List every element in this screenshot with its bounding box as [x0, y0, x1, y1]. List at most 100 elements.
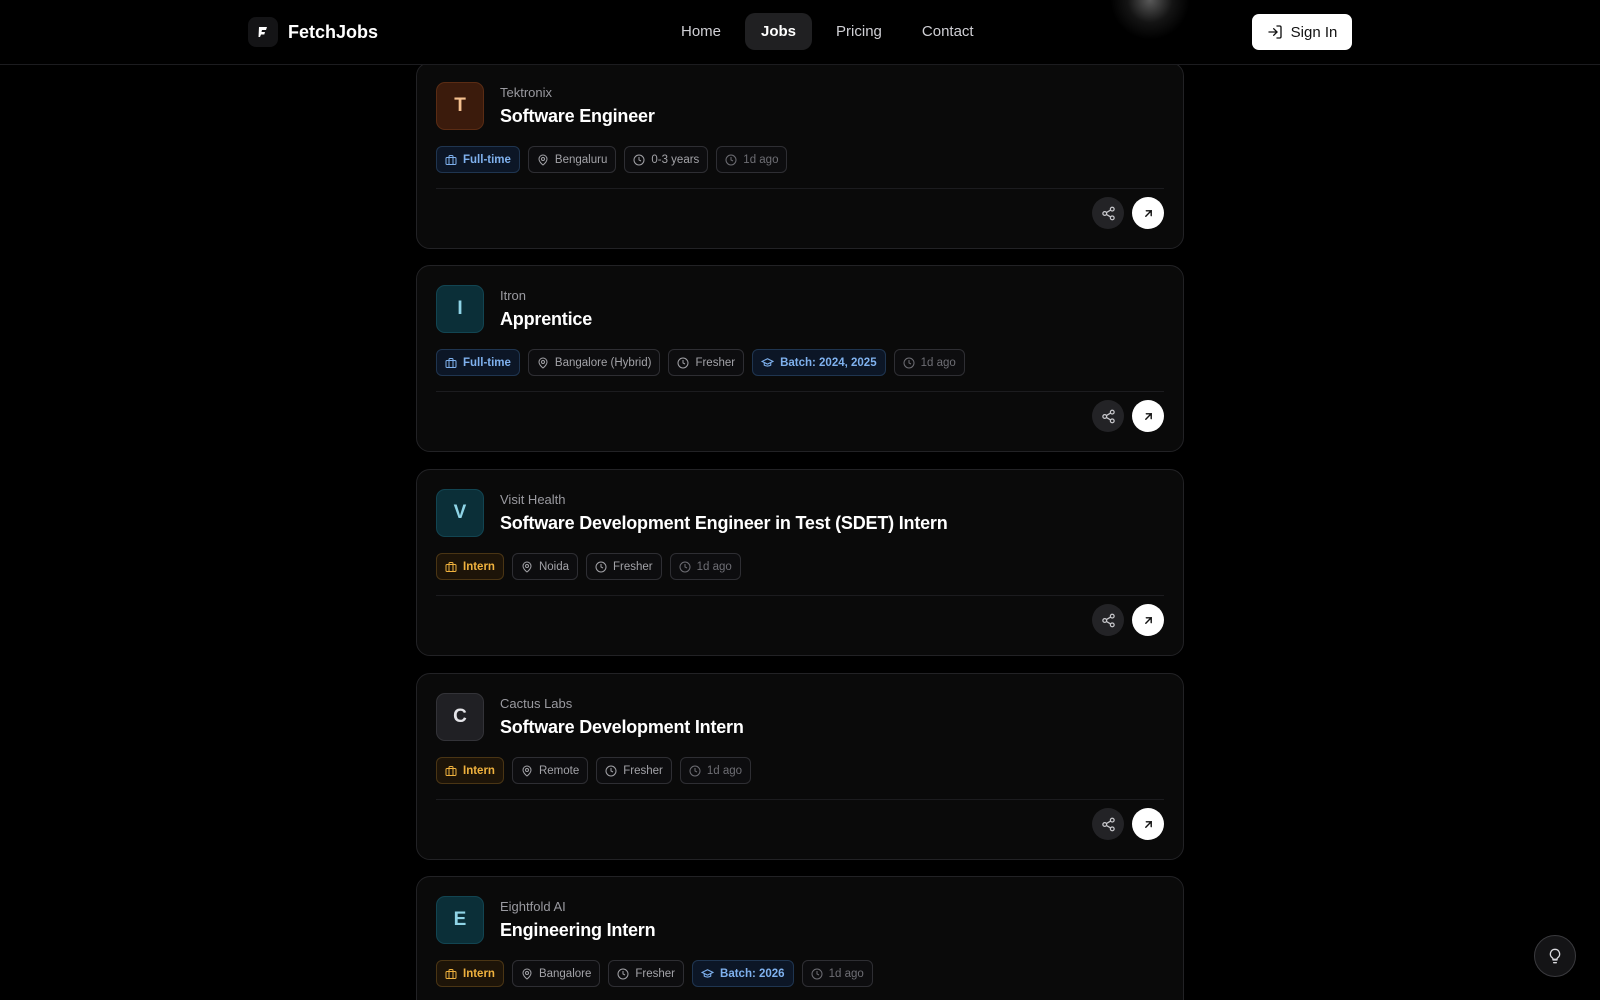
share-icon: [1101, 613, 1115, 627]
posted-label: 1d ago: [920, 356, 956, 369]
tips-button[interactable]: [1534, 935, 1576, 977]
sign-in-label: Sign In: [1290, 23, 1338, 41]
company-name: Eightfold AI: [500, 899, 566, 914]
batch-badge: Batch: 2024, 2025: [752, 349, 886, 376]
open-job-button[interactable]: [1132, 604, 1164, 636]
map-pin-icon: [522, 968, 532, 980]
share-button[interactable]: [1092, 400, 1124, 432]
job-type-label: Full-time: [463, 356, 511, 369]
job-card[interactable]: T Tektronix Software Engineer Full-time …: [416, 62, 1184, 249]
lightbulb-icon: [1549, 948, 1561, 964]
job-title[interactable]: Software Development Engineer in Test (S…: [500, 513, 948, 534]
briefcase-icon: [445, 765, 457, 776]
map-pin-icon: [538, 154, 548, 166]
location-badge: Bangalore: [511, 960, 601, 987]
open-job-button[interactable]: [1132, 808, 1164, 840]
batch-badge: Batch: 2026: [692, 960, 794, 987]
batch-label: Batch: 2026: [720, 967, 785, 980]
clock-icon: [605, 765, 617, 776]
location-label: Bangalore (Hybrid): [554, 356, 652, 369]
location-badge: Bangalore (Hybrid): [527, 349, 661, 376]
share-icon: [1101, 206, 1115, 220]
open-job-button[interactable]: [1132, 400, 1164, 432]
card-actions: [436, 800, 1164, 859]
job-card[interactable]: C Cactus Labs Software Development Inter…: [416, 673, 1184, 860]
sign-in-icon: [1267, 25, 1282, 39]
posted-label: 1d ago: [696, 560, 732, 573]
job-title[interactable]: Apprentice: [500, 309, 592, 330]
clock-icon: [633, 154, 645, 165]
clock-icon: [617, 968, 629, 979]
fetchjobs-logo-icon: [248, 17, 278, 47]
briefcase-icon: [445, 968, 457, 979]
briefcase-icon: [445, 561, 457, 572]
clock-icon: [689, 765, 701, 776]
company-name: Visit Health: [500, 492, 566, 507]
location-label: Bangalore: [538, 967, 592, 980]
nav-home[interactable]: Home: [665, 13, 737, 50]
map-pin-icon: [522, 765, 532, 777]
brand[interactable]: FetchJobs: [248, 17, 378, 47]
share-icon: [1101, 817, 1115, 831]
sign-in-button[interactable]: Sign In: [1252, 14, 1352, 50]
job-title[interactable]: Engineering Intern: [500, 920, 656, 941]
experience-badge: Fresher: [586, 553, 662, 580]
job-tags: Full-time Bangalore (Hybrid) Fresher Bat…: [436, 349, 1164, 376]
posted-label: 1d ago: [706, 764, 743, 777]
posted-badge: 1d ago: [679, 757, 752, 784]
job-type-badge: Intern: [436, 553, 504, 580]
experience-label: Fresher: [695, 356, 736, 369]
posted-badge: 1d ago: [716, 146, 788, 173]
batch-label: Batch: 2024, 2025: [780, 356, 877, 369]
experience-label: Fresher: [613, 560, 653, 573]
job-title[interactable]: Software Development Intern: [500, 717, 744, 738]
open-job-button[interactable]: [1132, 197, 1164, 229]
job-type-badge: Intern: [436, 960, 504, 987]
card-actions: [436, 392, 1164, 451]
company-avatar: C: [436, 693, 484, 741]
share-button[interactable]: [1092, 808, 1124, 840]
experience-badge: Fresher: [668, 349, 745, 376]
nav-contact[interactable]: Contact: [906, 13, 990, 50]
top-navbar: FetchJobs Home Jobs Pricing Contact Sign…: [0, 0, 1600, 65]
posted-badge: 1d ago: [801, 960, 873, 987]
arrow-up-right-icon: [1144, 820, 1152, 828]
clock-icon: [677, 357, 689, 368]
graduation-cap-icon: [701, 969, 715, 978]
map-pin-icon: [522, 561, 532, 573]
job-type-label: Intern: [463, 764, 495, 777]
posted-label: 1d ago: [743, 153, 779, 166]
experience-label: Fresher: [623, 764, 663, 777]
company-avatar: I: [436, 285, 484, 333]
experience-label: 0-3 years: [651, 153, 700, 166]
card-actions: [436, 189, 1164, 248]
main-nav: Home Jobs Pricing Contact: [665, 13, 990, 50]
experience-badge: Fresher: [596, 757, 672, 784]
job-type-badge: Intern: [436, 757, 504, 784]
company-name: Tektronix: [500, 85, 553, 100]
share-button[interactable]: [1092, 604, 1124, 636]
job-tags: Intern Bangalore Fresher Batch: 2026 1d …: [436, 960, 1164, 987]
map-pin-icon: [538, 357, 548, 369]
location-label: Remote: [538, 764, 580, 777]
brand-name: FetchJobs: [288, 21, 379, 42]
job-tags: Intern Remote Fresher 1d ago: [436, 757, 1164, 784]
arrow-up-right-icon: [1144, 209, 1152, 217]
job-type-badge: Full-time: [436, 146, 520, 173]
decorative-glow: [1110, 0, 1190, 40]
location-badge: Bengaluru: [527, 146, 617, 173]
clock-icon: [811, 968, 823, 979]
job-card[interactable]: V Visit Health Software Development Engi…: [416, 469, 1184, 656]
nav-pricing[interactable]: Pricing: [820, 13, 898, 50]
nav-jobs[interactable]: Jobs: [745, 13, 813, 50]
posted-badge: 1d ago: [893, 349, 965, 376]
job-type-label: Intern: [463, 967, 495, 980]
share-button[interactable]: [1092, 197, 1124, 229]
company-name: Itron: [500, 288, 527, 303]
job-card[interactable]: E Eightfold AI Engineering Intern Intern…: [416, 876, 1184, 1000]
job-card[interactable]: I Itron Apprentice Full-time Bangalore (…: [416, 265, 1184, 452]
clock-icon: [595, 561, 607, 572]
job-title[interactable]: Software Engineer: [500, 106, 655, 127]
location-badge: Noida: [511, 553, 579, 580]
experience-badge: 0-3 years: [624, 146, 709, 173]
